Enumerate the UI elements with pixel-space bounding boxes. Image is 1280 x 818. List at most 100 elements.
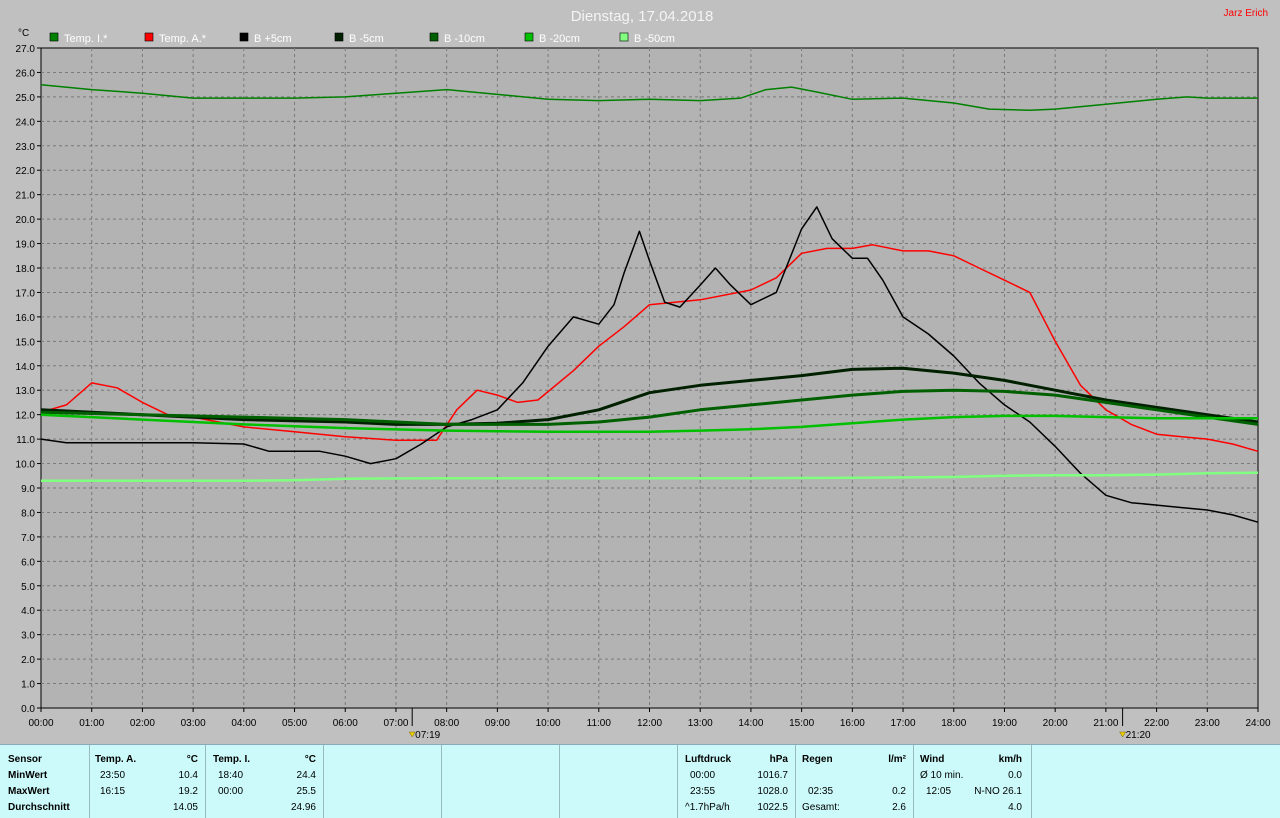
x-tick-label: 09:00 (485, 718, 510, 729)
x-tick-label: 18:00 (941, 718, 966, 729)
y-tick-label: 25.0 (16, 93, 36, 104)
wind-bottom-value: 4.0 (1008, 802, 1022, 813)
temp-i-unit: °C (304, 754, 316, 765)
legend-swatch (49, 32, 59, 42)
col-sep (559, 745, 678, 818)
stats-panel: Sensor MinWert MaxWert Durchschnitt Temp… (0, 744, 1280, 818)
y-tick-label: 5.0 (21, 582, 35, 593)
wind-avg-value: 0.0 (1008, 770, 1022, 781)
x-tick-label: 01:00 (79, 718, 104, 729)
legend-swatch (144, 32, 154, 42)
x-tick-label: 10:00 (536, 718, 561, 729)
x-tick-label: 16:00 (840, 718, 865, 729)
x-tick-label: 17:00 (891, 718, 916, 729)
legend-entry: B -20cm (539, 33, 580, 45)
y-tick-label: 12.0 (16, 411, 36, 422)
x-tick-label: 03:00 (181, 718, 206, 729)
x-tick-label: 02:00 (130, 718, 155, 729)
legend-entry: B -10cm (444, 33, 485, 45)
legend-swatch (429, 32, 439, 42)
x-tick-label: 06:00 (333, 718, 358, 729)
col-sep (441, 745, 560, 818)
x-tick-label: 12:00 (637, 718, 662, 729)
y-tick-label: 20.0 (16, 215, 36, 226)
temp-i-max-time: 00:00 (218, 786, 244, 797)
rain-total-value: 2.6 (892, 802, 906, 813)
legend-swatch (334, 32, 344, 42)
rain-total-label: Gesamt: (802, 802, 840, 813)
x-tick-label: 22:00 (1144, 718, 1169, 729)
pressure-max-value: 1028.0 (757, 786, 788, 797)
temp-a-avg-value: 14.05 (172, 802, 198, 813)
temp-i-max-value: 25.5 (296, 786, 316, 797)
wind-header: Wind (920, 754, 945, 765)
x-tick-label: 05:00 (282, 718, 307, 729)
y-tick-label: 19.0 (16, 240, 36, 251)
y-tick-label: 24.0 (16, 117, 36, 128)
legend-entry: Temp. A.* (159, 33, 207, 45)
wind-unit: km/h (998, 754, 1022, 765)
x-tick-label: 15:00 (789, 718, 814, 729)
temp-a-header: Temp. A. (95, 754, 137, 765)
legend-swatch (239, 32, 249, 42)
y-tick-label: 8.0 (21, 508, 35, 519)
y-tick-label: 14.0 (16, 362, 36, 373)
x-tick-label: 04:00 (231, 718, 256, 729)
y-tick-label: 6.0 (21, 557, 35, 568)
legend-entry: B -50cm (634, 33, 675, 45)
x-tick-label: 20:00 (1043, 718, 1068, 729)
y-tick-label: 26.0 (16, 68, 36, 79)
chart-title: Dienstag, 17.04.2018 (571, 8, 714, 25)
x-tick-label: 08:00 (434, 718, 459, 729)
y-tick-label: 4.0 (21, 606, 35, 617)
y-tick-label: 2.0 (21, 655, 35, 666)
wind-max-value: N-NO 26.1 (974, 786, 1022, 797)
temp-a-min-value: 10.4 (178, 770, 198, 781)
x-tick-label: 11:00 (587, 718, 612, 729)
pressure-trend-value: 1022.5 (757, 802, 788, 813)
y-tick-labels: 0.0 1.0 2.0 3.0 4.0 5.0 6.0 7.0 8.0 9.0 10.0 11.0 12… (16, 44, 36, 715)
y-tick-label: 23.0 (16, 142, 36, 153)
wind-max-time: 12:05 (926, 786, 952, 797)
temp-a-max-time: 16:15 (100, 786, 126, 797)
sun-marker-label: 21:20 (1126, 730, 1151, 741)
rain-max-value: 0.2 (892, 786, 906, 797)
temp-a-min-time: 23:50 (100, 770, 126, 781)
y-tick-label: 11.0 (16, 435, 35, 446)
rain-unit: l/m² (888, 754, 906, 765)
y-tick-label: 27.0 (16, 44, 36, 55)
x-tick-label: 21:00 (1093, 718, 1118, 729)
pressure-min-time: 00:00 (690, 770, 716, 781)
y-tick-label: 17.0 (16, 288, 36, 299)
row-avg-label: Durchschnitt (8, 802, 70, 813)
rain-header: Regen (802, 754, 833, 765)
temp-i-min-value: 24.4 (296, 770, 316, 781)
pressure-unit: hPa (769, 754, 788, 765)
x-tick-labels: 00:00 01:00 02:00 03:00 04:00 05:00 06:00 07:00… (28, 718, 1270, 729)
legend-entry: Temp. I.* (64, 33, 108, 45)
y-tick-label: 13.0 (16, 386, 36, 397)
temp-i-header: Temp. I. (213, 754, 251, 765)
temp-a-max-value: 19.2 (178, 786, 198, 797)
chart: Dienstag, 17.04.2018 Jarz Erich Temp. I.… (16, 8, 1271, 741)
legend-swatch (619, 32, 629, 42)
y-tick-label: 15.0 (16, 337, 36, 348)
rain-max-time: 02:35 (808, 786, 834, 797)
x-tick-label: 13:00 (688, 718, 713, 729)
sun-markers: 07:19 21:20 (408, 708, 1151, 741)
author-label: Jarz Erich (1224, 8, 1268, 19)
x-tick-label: 14:00 (738, 718, 763, 729)
pressure-header: Luftdruck (685, 754, 732, 765)
temp-i-min-time: 18:40 (218, 770, 244, 781)
y-tick-label: 18.0 (16, 264, 36, 275)
y-tick-label: 0.0 (21, 704, 35, 715)
sun-marker-label: 07:19 (415, 730, 440, 741)
col-sep (323, 745, 442, 818)
y-tick-label: 9.0 (21, 484, 35, 495)
temp-i-avg-value: 24.96 (290, 802, 316, 813)
legend-swatch (524, 32, 534, 42)
row-min-label: MinWert (8, 770, 48, 781)
pressure-trend-label: ^1.7hPa/h (685, 802, 730, 813)
x-tick-label: 23:00 (1195, 718, 1220, 729)
y-tick-label: 21.0 (16, 191, 36, 202)
